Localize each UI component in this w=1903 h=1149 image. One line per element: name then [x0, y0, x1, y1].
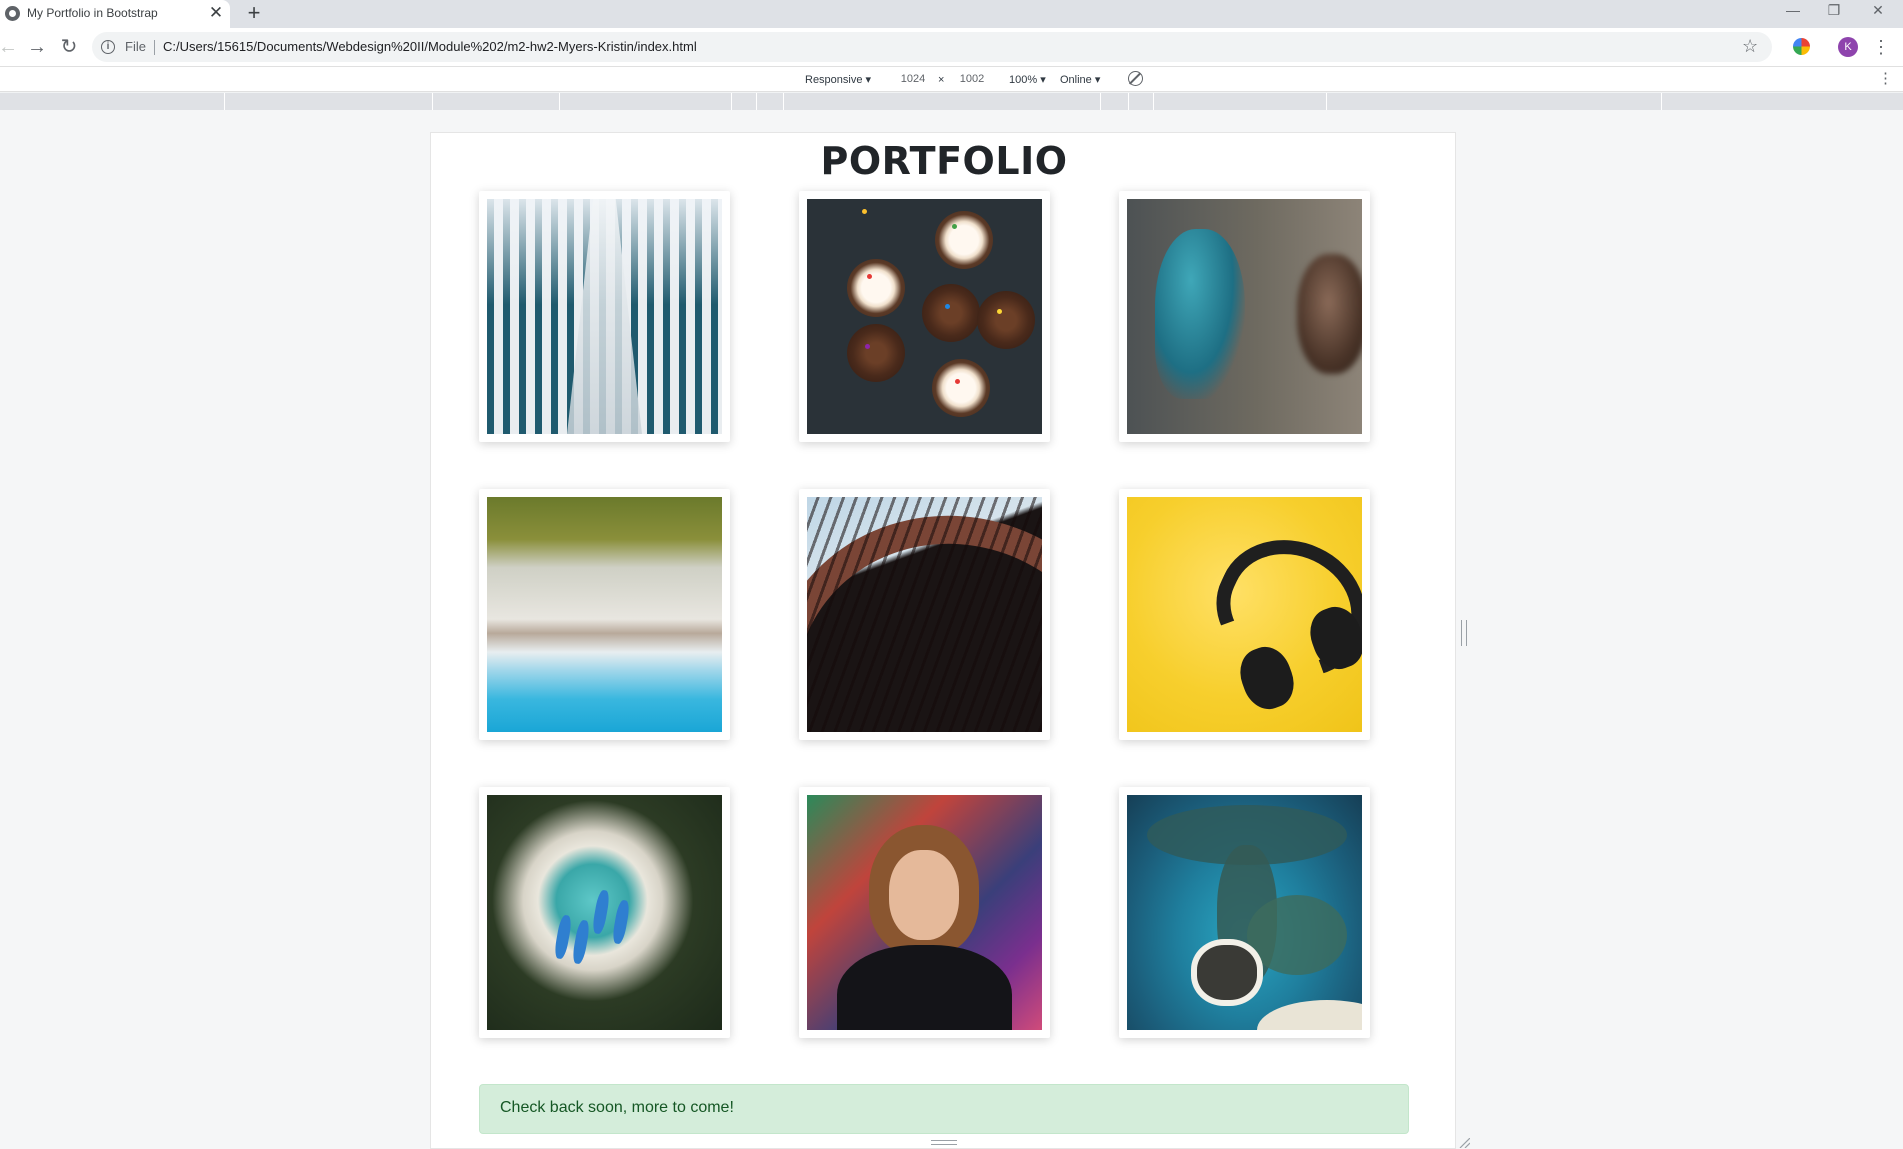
forward-icon[interactable]: → — [25, 35, 49, 59]
page-title: PORTFOLIO — [820, 139, 1068, 183]
resize-handle-right[interactable] — [1461, 620, 1467, 646]
device-toolbar-menu-icon[interactable]: ⋮ — [1878, 69, 1893, 89]
portfolio-card-portrait[interactable] — [799, 787, 1050, 1038]
portfolio-card-graffiti[interactable] — [1119, 191, 1370, 442]
media-query-marker — [756, 93, 757, 110]
curved-building-photo — [807, 497, 1042, 732]
browser-tab[interactable]: My Portfolio in Bootstrap ✕ — [0, 0, 230, 28]
info-alert: Check back soon, more to come! — [479, 1084, 1409, 1134]
resize-corner-icon[interactable] — [1458, 1138, 1470, 1148]
reef-photo — [1127, 795, 1362, 1030]
portfolio-card-headphones[interactable] — [1119, 489, 1370, 740]
bookmark-star-icon[interactable]: ☆ — [1742, 36, 1758, 57]
media-query-marker — [224, 93, 225, 110]
media-query-marker — [1326, 93, 1327, 110]
tab-title: My Portfolio in Bootstrap — [27, 6, 158, 20]
emulated-viewport: PORTFOLIO Check back soon, more to come! — [430, 132, 1456, 1149]
portfolio-card-palms[interactable] — [479, 787, 730, 1038]
media-query-marker — [432, 93, 433, 110]
browser-toolbar: ← → ↻ i File C:/Users/15615/Documents/We… — [0, 28, 1903, 66]
network-throttle-select[interactable]: Online ▾ — [1060, 73, 1100, 86]
address-divider — [154, 40, 155, 55]
media-query-marker — [731, 93, 732, 110]
info-icon[interactable]: i — [101, 40, 115, 54]
zoom-select[interactable]: 100% ▾ — [1009, 73, 1046, 86]
portfolio-card-building[interactable] — [479, 191, 730, 442]
resize-handle-bottom[interactable] — [931, 1140, 957, 1145]
browser-menu-icon[interactable]: ⋮ — [1872, 34, 1890, 60]
cupcakes-photo — [807, 199, 1042, 434]
device-toolbar: Responsive ▾ 1024 × 1002 100% ▾ Online ▾… — [0, 66, 1903, 92]
viewport-width-input[interactable]: 1024 — [893, 71, 933, 88]
address-bar[interactable]: i File C:/Users/15615/Documents/Webdesig… — [92, 32, 1772, 62]
media-query-bar[interactable] — [0, 93, 1903, 110]
graffiti-photo — [1127, 199, 1362, 434]
reload-icon[interactable]: ↻ — [57, 35, 81, 59]
emulation-area: PORTFOLIO Check back soon, more to come! — [0, 110, 1903, 1149]
media-query-marker — [1100, 93, 1101, 110]
portrait-photo — [807, 795, 1042, 1030]
tab-strip: My Portfolio in Bootstrap ✕ + — ❐ ✕ — [0, 0, 1903, 28]
extension-icon[interactable] — [1793, 38, 1810, 55]
portfolio-card-reef[interactable] — [1119, 787, 1370, 1038]
portfolio-card-architecture[interactable] — [799, 489, 1050, 740]
window-close-icon[interactable]: ✕ — [1863, 0, 1893, 22]
restore-icon[interactable]: ❐ — [1819, 0, 1849, 22]
building-photo — [487, 199, 722, 434]
media-query-marker — [1128, 93, 1129, 110]
media-query-marker — [1153, 93, 1154, 110]
media-query-marker — [783, 93, 784, 110]
dimension-times: × — [938, 74, 945, 86]
minimize-icon[interactable]: — — [1778, 0, 1808, 22]
globe-icon — [5, 6, 20, 21]
rotate-icon[interactable] — [1128, 71, 1143, 86]
media-query-marker — [559, 93, 560, 110]
profile-avatar[interactable]: K — [1838, 37, 1858, 57]
viewport-height-input[interactable]: 1002 — [952, 71, 992, 88]
device-mode-select[interactable]: Responsive ▾ — [805, 73, 871, 86]
portfolio-card-beach[interactable] — [479, 489, 730, 740]
media-query-marker — [1661, 93, 1662, 110]
tab-close-icon[interactable]: ✕ — [208, 3, 224, 23]
headphones-photo — [1127, 497, 1362, 732]
back-icon[interactable]: ← — [0, 35, 20, 59]
aerial-beach-photo — [487, 497, 722, 732]
new-tab-button[interactable]: + — [244, 0, 264, 26]
portfolio-card-cupcakes[interactable] — [799, 191, 1050, 442]
url-text[interactable]: C:/Users/15615/Documents/Webdesign%20II/… — [163, 39, 697, 54]
scheme-label: File — [125, 39, 146, 54]
palm-beach-photo — [487, 795, 722, 1030]
